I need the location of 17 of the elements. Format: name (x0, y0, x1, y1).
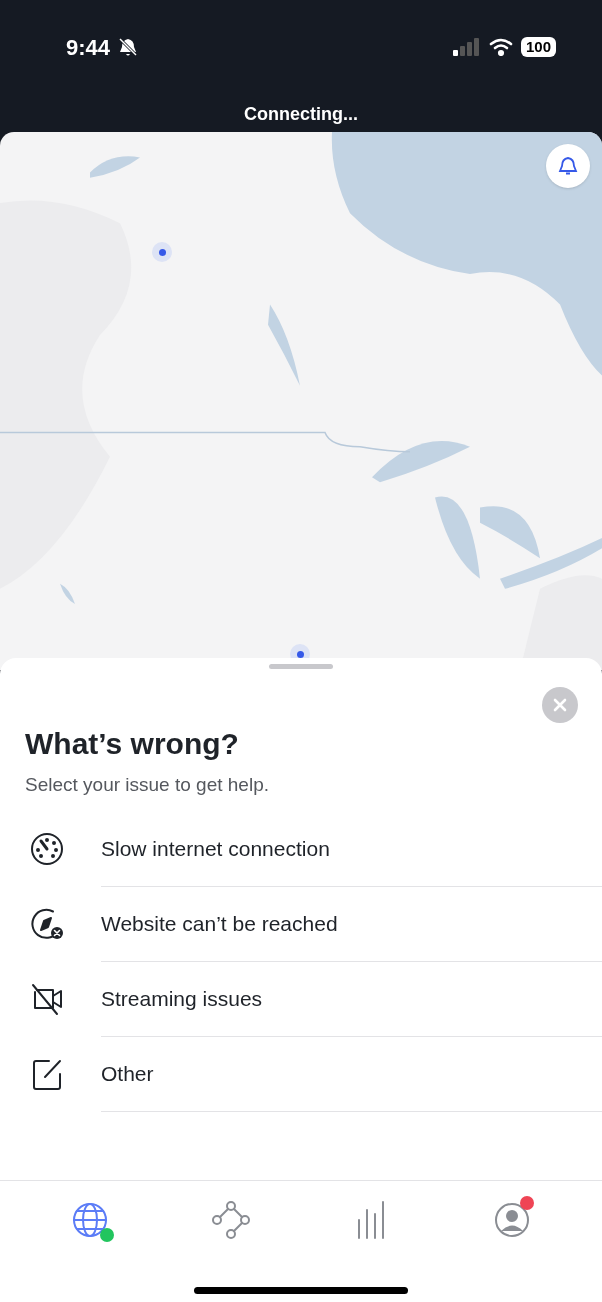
bell-icon (558, 156, 578, 176)
clock-time: 9:44 (66, 33, 111, 62)
sheet-title: What’s wrong? (25, 726, 240, 762)
close-icon (553, 698, 567, 712)
battery-indicator: 100 (520, 37, 556, 57)
issue-option[interactable]: Other (0, 1036, 602, 1112)
sheet-subtitle: Select your issue to get help. (25, 773, 270, 797)
wifi-icon (488, 38, 513, 56)
compass-x-icon (28, 906, 65, 942)
signal-icon (452, 38, 481, 56)
drag-handle[interactable] (269, 664, 333, 669)
issue-option[interactable]: Slow internet connection (0, 811, 602, 887)
connection-status: Connecting... (244, 103, 358, 126)
issue-option[interactable]: Website can’t be reached (0, 886, 602, 962)
speedometer-icon (28, 831, 65, 867)
issue-option[interactable]: Streaming issues (0, 961, 602, 1037)
nodes-icon (210, 1200, 251, 1240)
